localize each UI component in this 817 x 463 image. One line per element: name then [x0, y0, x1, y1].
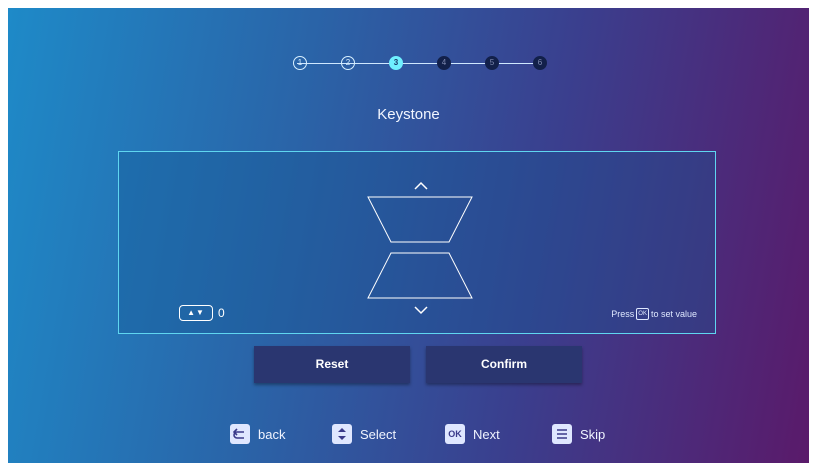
hint-suffix: to set value	[650, 309, 697, 319]
footer-next[interactable]: OK Next	[445, 424, 500, 444]
footer-select-label: Select	[360, 426, 397, 442]
footer-next-label: Next	[473, 426, 500, 442]
keystone-value-number: 0	[218, 306, 225, 320]
keystone-bottom-trapezoid	[367, 252, 473, 299]
footer-hints: back Select OK Next Skip	[8, 422, 809, 446]
footer-select[interactable]: Select	[332, 424, 396, 444]
step-6: 6	[533, 56, 547, 70]
keystone-panel[interactable]: ▲▼ 0 Press OK to set value	[118, 151, 716, 334]
up-down-icon	[332, 424, 352, 444]
up-arrow-icon	[414, 181, 428, 190]
step-1: 1	[293, 56, 307, 70]
setup-wizard-screen: 1 2 3 4 5 6 Keystone ▲▼ 0 Press OK to se…	[8, 8, 809, 463]
keystone-top-trapezoid	[367, 196, 473, 243]
step-5: 5	[485, 56, 499, 70]
reset-button[interactable]: Reset	[254, 346, 410, 383]
ok-key-icon: OK	[636, 308, 649, 320]
set-value-hint: Press OK to set value	[611, 308, 697, 320]
step-line	[297, 63, 542, 64]
down-arrow-icon	[414, 306, 428, 315]
back-icon	[230, 424, 250, 444]
footer-back-label: back	[258, 426, 286, 442]
step-indicator: 1 2 3 4 5 6	[283, 54, 558, 74]
step-3: 3	[389, 56, 403, 70]
up-down-key-icon: ▲▼	[179, 305, 213, 321]
footer-skip-label: Skip	[580, 426, 606, 442]
keystone-value: ▲▼ 0	[179, 305, 225, 321]
page-title: Keystone	[377, 106, 440, 123]
footer-back[interactable]: back	[230, 424, 285, 444]
hint-prefix: Press	[611, 309, 635, 319]
confirm-button[interactable]: Confirm	[426, 346, 582, 383]
footer-skip[interactable]: Skip	[552, 424, 605, 444]
step-4: 4	[437, 56, 451, 70]
ok-icon: OK	[445, 424, 465, 444]
menu-icon	[552, 424, 572, 444]
step-2: 2	[341, 56, 355, 70]
